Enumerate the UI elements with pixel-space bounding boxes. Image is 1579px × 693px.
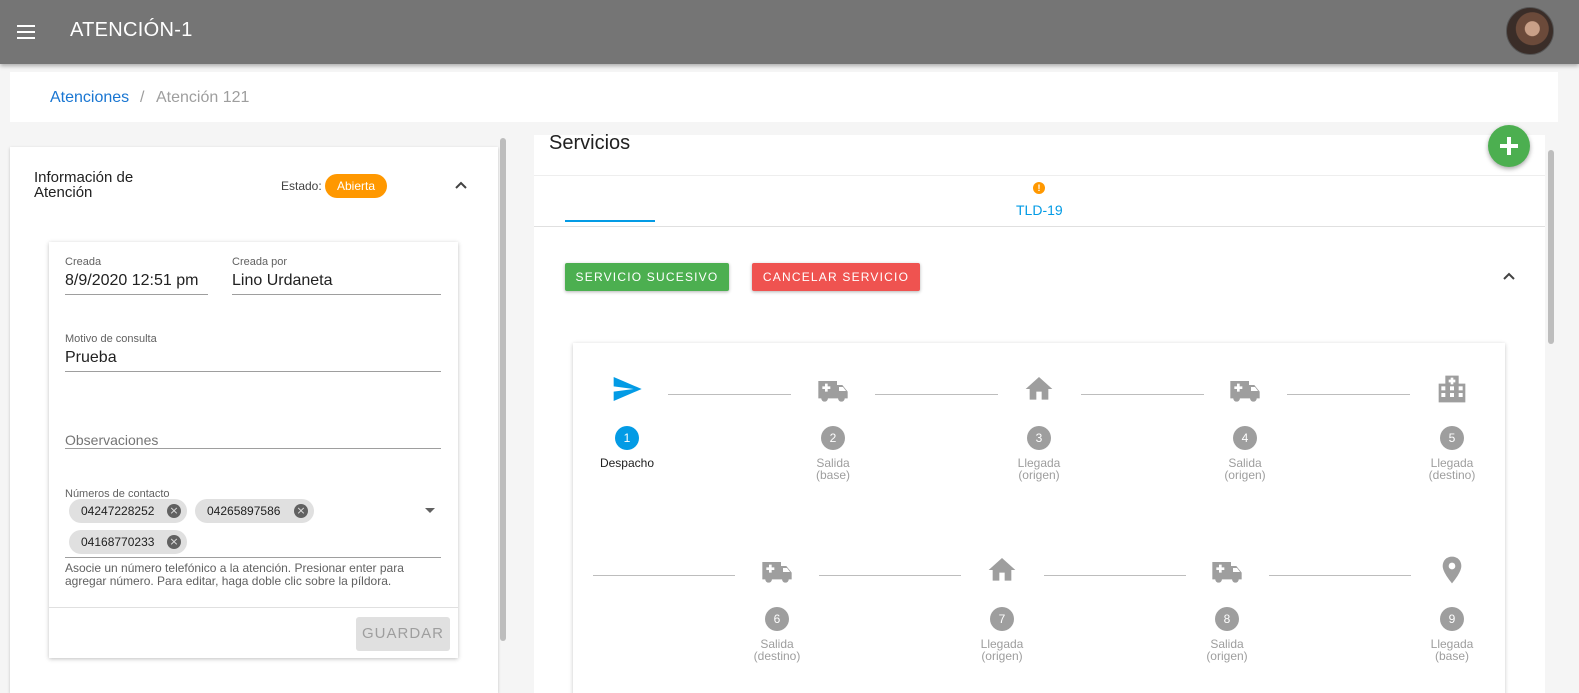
- step-connector: [1044, 575, 1186, 576]
- stepper: 1 Despacho 2 Salida (base) 3 Llegada (orig…: [573, 343, 1505, 693]
- motivo-value: Prueba: [65, 349, 117, 366]
- remove-chip-icon[interactable]: ×: [167, 504, 181, 518]
- avatar[interactable]: [1506, 7, 1554, 55]
- ambulance-icon: [818, 381, 848, 402]
- app-title: ATENCIÓN-1: [70, 19, 193, 41]
- warning-icon: !: [1033, 182, 1045, 194]
- step-label: Despacho: [599, 456, 655, 470]
- step-connector: [668, 394, 791, 395]
- remove-chip-icon[interactable]: ×: [294, 504, 308, 518]
- step-number: 3: [1027, 426, 1051, 450]
- step-label: Salida (base): [815, 456, 850, 482]
- tab-tld-19[interactable]: TLD-19: [1016, 202, 1063, 218]
- contactos-hint: Asocie un número telefónico a la atenció…: [65, 561, 404, 588]
- creada-por-label: Creada por: [232, 256, 288, 268]
- hospital-icon: [1438, 375, 1466, 403]
- remove-chip-icon[interactable]: ×: [167, 535, 181, 549]
- creada-label: Creada: [65, 256, 102, 268]
- step-label: Salida (destino): [753, 637, 801, 663]
- contactos-field[interactable]: Números de contacto 04247228252 × 042658…: [65, 488, 441, 558]
- tab-active-indicator: [565, 220, 655, 222]
- creada-field[interactable]: Creada 8/9/2020 12:51 pm: [65, 256, 208, 295]
- contact-chip[interactable]: 04265897586 ×: [195, 499, 314, 523]
- motivo-label: Motivo de consulta: [65, 333, 157, 345]
- step-connector: [1081, 394, 1204, 395]
- divider: [534, 226, 1545, 227]
- step-connector: [875, 394, 998, 395]
- breadcrumb-current: Atención 121: [156, 89, 250, 106]
- step-label: Llegada (destino): [1428, 456, 1476, 482]
- breadcrumb-link-atenciones[interactable]: Atenciones: [50, 89, 129, 107]
- servicio-sucesivo-button[interactable]: SERVICIO SUCESIVO: [565, 263, 729, 291]
- left-scrollbar[interactable]: [500, 138, 506, 641]
- right-scrollbar[interactable]: [1548, 150, 1554, 344]
- observaciones-placeholder: Observaciones: [65, 432, 159, 448]
- home-icon: [1025, 377, 1053, 400]
- step-number: 6: [765, 607, 789, 631]
- step-number: 1: [615, 426, 639, 450]
- creada-por-value: Lino Urdaneta: [232, 272, 333, 289]
- contact-chip-label: 04265897586: [207, 504, 281, 518]
- observaciones-field[interactable]: Observaciones: [65, 410, 441, 449]
- ambulance-icon: [1230, 381, 1260, 402]
- step-connector: [1269, 575, 1411, 576]
- services-panel: Servicios ! TLD-19 SERVICIO SUCESIVO CAN…: [534, 125, 1545, 693]
- save-button[interactable]: GUARDAR: [356, 617, 450, 651]
- ambulance-icon: [762, 562, 792, 583]
- step-label: Llegada (origen): [1017, 456, 1061, 482]
- location-pin-icon: [1442, 556, 1462, 584]
- home-icon: [988, 558, 1016, 581]
- step-connector: [1287, 394, 1410, 395]
- step-label: Salida (origen): [1206, 637, 1248, 663]
- chevron-up-icon[interactable]: [1502, 269, 1516, 283]
- step-label: Salida (origen): [1224, 456, 1266, 482]
- contact-chip-label: 04168770233: [81, 535, 155, 549]
- menu-icon[interactable]: [14, 20, 38, 44]
- info-panel: Información de Atención Estado: Abierta …: [10, 147, 498, 693]
- info-form-card: Creada 8/9/2020 12:51 pm Creada por Lino…: [49, 242, 458, 658]
- breadcrumb: Atenciones / Atención 121: [10, 72, 1558, 122]
- cancelar-servicio-button[interactable]: CANCELAR SERVICIO: [752, 263, 920, 291]
- add-service-button[interactable]: [1488, 125, 1530, 167]
- step-number: 2: [821, 426, 845, 450]
- estado-label: Estado:: [281, 179, 322, 193]
- step-number: 8: [1215, 607, 1239, 631]
- step-number: 9: [1440, 607, 1464, 631]
- contact-chip[interactable]: 04247228252 ×: [69, 499, 187, 523]
- info-title: Información de Atención: [34, 169, 134, 201]
- ambulance-icon: [1212, 562, 1242, 583]
- step-connector: [593, 575, 735, 576]
- caret-down-icon[interactable]: [425, 508, 435, 513]
- card-actions: GUARDAR: [49, 607, 458, 658]
- chevron-up-icon[interactable]: [454, 178, 468, 192]
- step-number: 5: [1440, 426, 1464, 450]
- step-label: Llegada (base): [1430, 637, 1474, 663]
- motivo-field[interactable]: Motivo de consulta Prueba: [65, 333, 441, 372]
- send-icon: [613, 377, 642, 401]
- services-title: Servicios: [549, 132, 631, 154]
- step-number: 7: [990, 607, 1014, 631]
- step-number: 4: [1233, 426, 1257, 450]
- step-label: Llegada (origen): [980, 637, 1024, 663]
- step-connector: [819, 575, 961, 576]
- app-bar: ATENCIÓN-1: [0, 0, 1579, 64]
- divider: [534, 175, 1545, 176]
- creada-value: 8/9/2020 12:51 pm: [65, 272, 199, 289]
- breadcrumb-separator: /: [140, 89, 145, 106]
- contact-chip[interactable]: 04168770233 ×: [69, 530, 187, 554]
- contact-chip-label: 04247228252: [81, 504, 155, 518]
- creada-por-field[interactable]: Creada por Lino Urdaneta: [232, 256, 441, 295]
- status-badge: Abierta: [325, 174, 388, 198]
